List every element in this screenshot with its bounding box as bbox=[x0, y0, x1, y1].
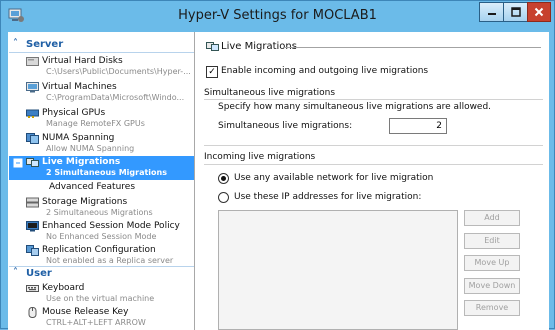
sidebar-item-advanced-features[interactable]: Advanced Features bbox=[9, 180, 194, 195]
sidebar-item-replication-configuration[interactable]: Replication Configuration Not enabled as… bbox=[9, 243, 194, 267]
sidebar-item-numa-spanning[interactable]: NUMA Spanning Allow NUMA Spanning bbox=[9, 131, 194, 156]
sidebar-item-virtual-hard-disks[interactable]: Virtual Hard Disks C:\Users\Public\Docum… bbox=[9, 54, 194, 80]
sidebar-item-live-migrations[interactable]: Live Migrations 2 Simultaneous Migration… bbox=[9, 156, 194, 180]
use-any-network-label[interactable]: Use any available network for live migra… bbox=[234, 173, 433, 183]
sidebar-item-keyboard[interactable]: Keyboard Use on the virtual machine bbox=[9, 281, 194, 305]
remove-button[interactable]: Remove bbox=[464, 300, 520, 316]
expand-collapse-icon[interactable] bbox=[12, 157, 25, 168]
simultaneous-group-header: Simultaneous live migrations bbox=[204, 88, 336, 98]
simultaneous-migrations-input[interactable]: 2 bbox=[389, 118, 447, 134]
use-any-network-radio[interactable] bbox=[218, 173, 229, 184]
sidebar-item-mouse-release-key[interactable]: Mouse Release Key CTRL+ALT+LEFT ARROW bbox=[9, 305, 194, 329]
sidebar-item-enhanced-session-mode-policy[interactable]: Enhanced Session Mode Policy No Enhanced… bbox=[9, 219, 194, 243]
simultaneous-field-label: Simultaneous live migrations: bbox=[218, 121, 353, 131]
collapse-chevron-icon[interactable]: ˄ bbox=[13, 267, 18, 278]
minimize-button[interactable] bbox=[479, 2, 504, 22]
minimize-icon bbox=[487, 13, 496, 15]
move-down-button[interactable]: Move Down bbox=[464, 278, 520, 294]
group-divider bbox=[204, 164, 543, 165]
live-migrations-settings-panel: Live Migrations ✓ Enable incoming and ou… bbox=[198, 32, 549, 330]
virtual-hard-disk-icon bbox=[26, 57, 39, 66]
collapse-chevron-icon[interactable]: ˄ bbox=[13, 38, 18, 49]
live-migration-icon bbox=[26, 158, 39, 167]
section-header-user[interactable]: ˄ User bbox=[9, 267, 194, 281]
add-button[interactable]: Add bbox=[464, 210, 520, 226]
hyper-v-settings-window: Hyper-V Settings for MOCLAB1 ˄ Server Vi… bbox=[0, 0, 555, 330]
heading-rule bbox=[284, 47, 541, 48]
close-button[interactable] bbox=[527, 2, 551, 22]
sidebar-item-virtual-machines[interactable]: Virtual Machines C:\ProgramData\Microsof… bbox=[9, 80, 194, 106]
maximize-icon bbox=[510, 7, 521, 17]
group-divider bbox=[204, 99, 543, 100]
mouse-icon bbox=[28, 307, 37, 318]
live-migration-icon bbox=[206, 42, 219, 51]
sidebar-item-storage-migrations[interactable]: Storage Migrations 2 Simultaneous Migrat… bbox=[9, 195, 194, 219]
enable-live-migrations-checkbox[interactable]: ✓ bbox=[206, 66, 218, 78]
gpu-icon bbox=[26, 109, 39, 118]
edit-button[interactable]: Edit bbox=[464, 233, 520, 249]
ip-address-list[interactable] bbox=[218, 210, 458, 330]
settings-navigation-pane: ˄ Server Virtual Hard Disks C:\Users\Pub… bbox=[9, 32, 195, 330]
enable-live-migrations-label[interactable]: Enable incoming and outgoing live migrat… bbox=[221, 66, 428, 76]
use-ip-addresses-label[interactable]: Use these IP addresses for live migratio… bbox=[234, 192, 421, 202]
storage-migration-icon bbox=[26, 197, 39, 208]
simultaneous-description: Specify how many simultaneous live migra… bbox=[218, 102, 492, 112]
group-divider bbox=[204, 145, 543, 146]
maximize-button[interactable] bbox=[503, 2, 528, 22]
section-header-server[interactable]: ˄ Server bbox=[9, 38, 194, 52]
replication-icon bbox=[26, 245, 39, 256]
sidebar-item-physical-gpus[interactable]: Physical GPUs Manage RemoteFX GPUs bbox=[9, 106, 194, 131]
window-title: Hyper-V Settings for MOCLAB1 bbox=[178, 8, 377, 23]
virtual-machine-icon bbox=[26, 82, 39, 93]
move-up-button[interactable]: Move Up bbox=[464, 255, 520, 271]
numa-icon bbox=[26, 133, 39, 144]
section-divider bbox=[9, 52, 194, 53]
use-ip-addresses-radio[interactable] bbox=[218, 192, 229, 203]
keyboard-icon bbox=[26, 285, 39, 292]
title-bar[interactable]: Hyper-V Settings for MOCLAB1 bbox=[1, 1, 554, 31]
close-icon bbox=[534, 7, 544, 17]
incoming-group-header: Incoming live migrations bbox=[204, 152, 316, 162]
session-policy-icon bbox=[26, 221, 39, 232]
